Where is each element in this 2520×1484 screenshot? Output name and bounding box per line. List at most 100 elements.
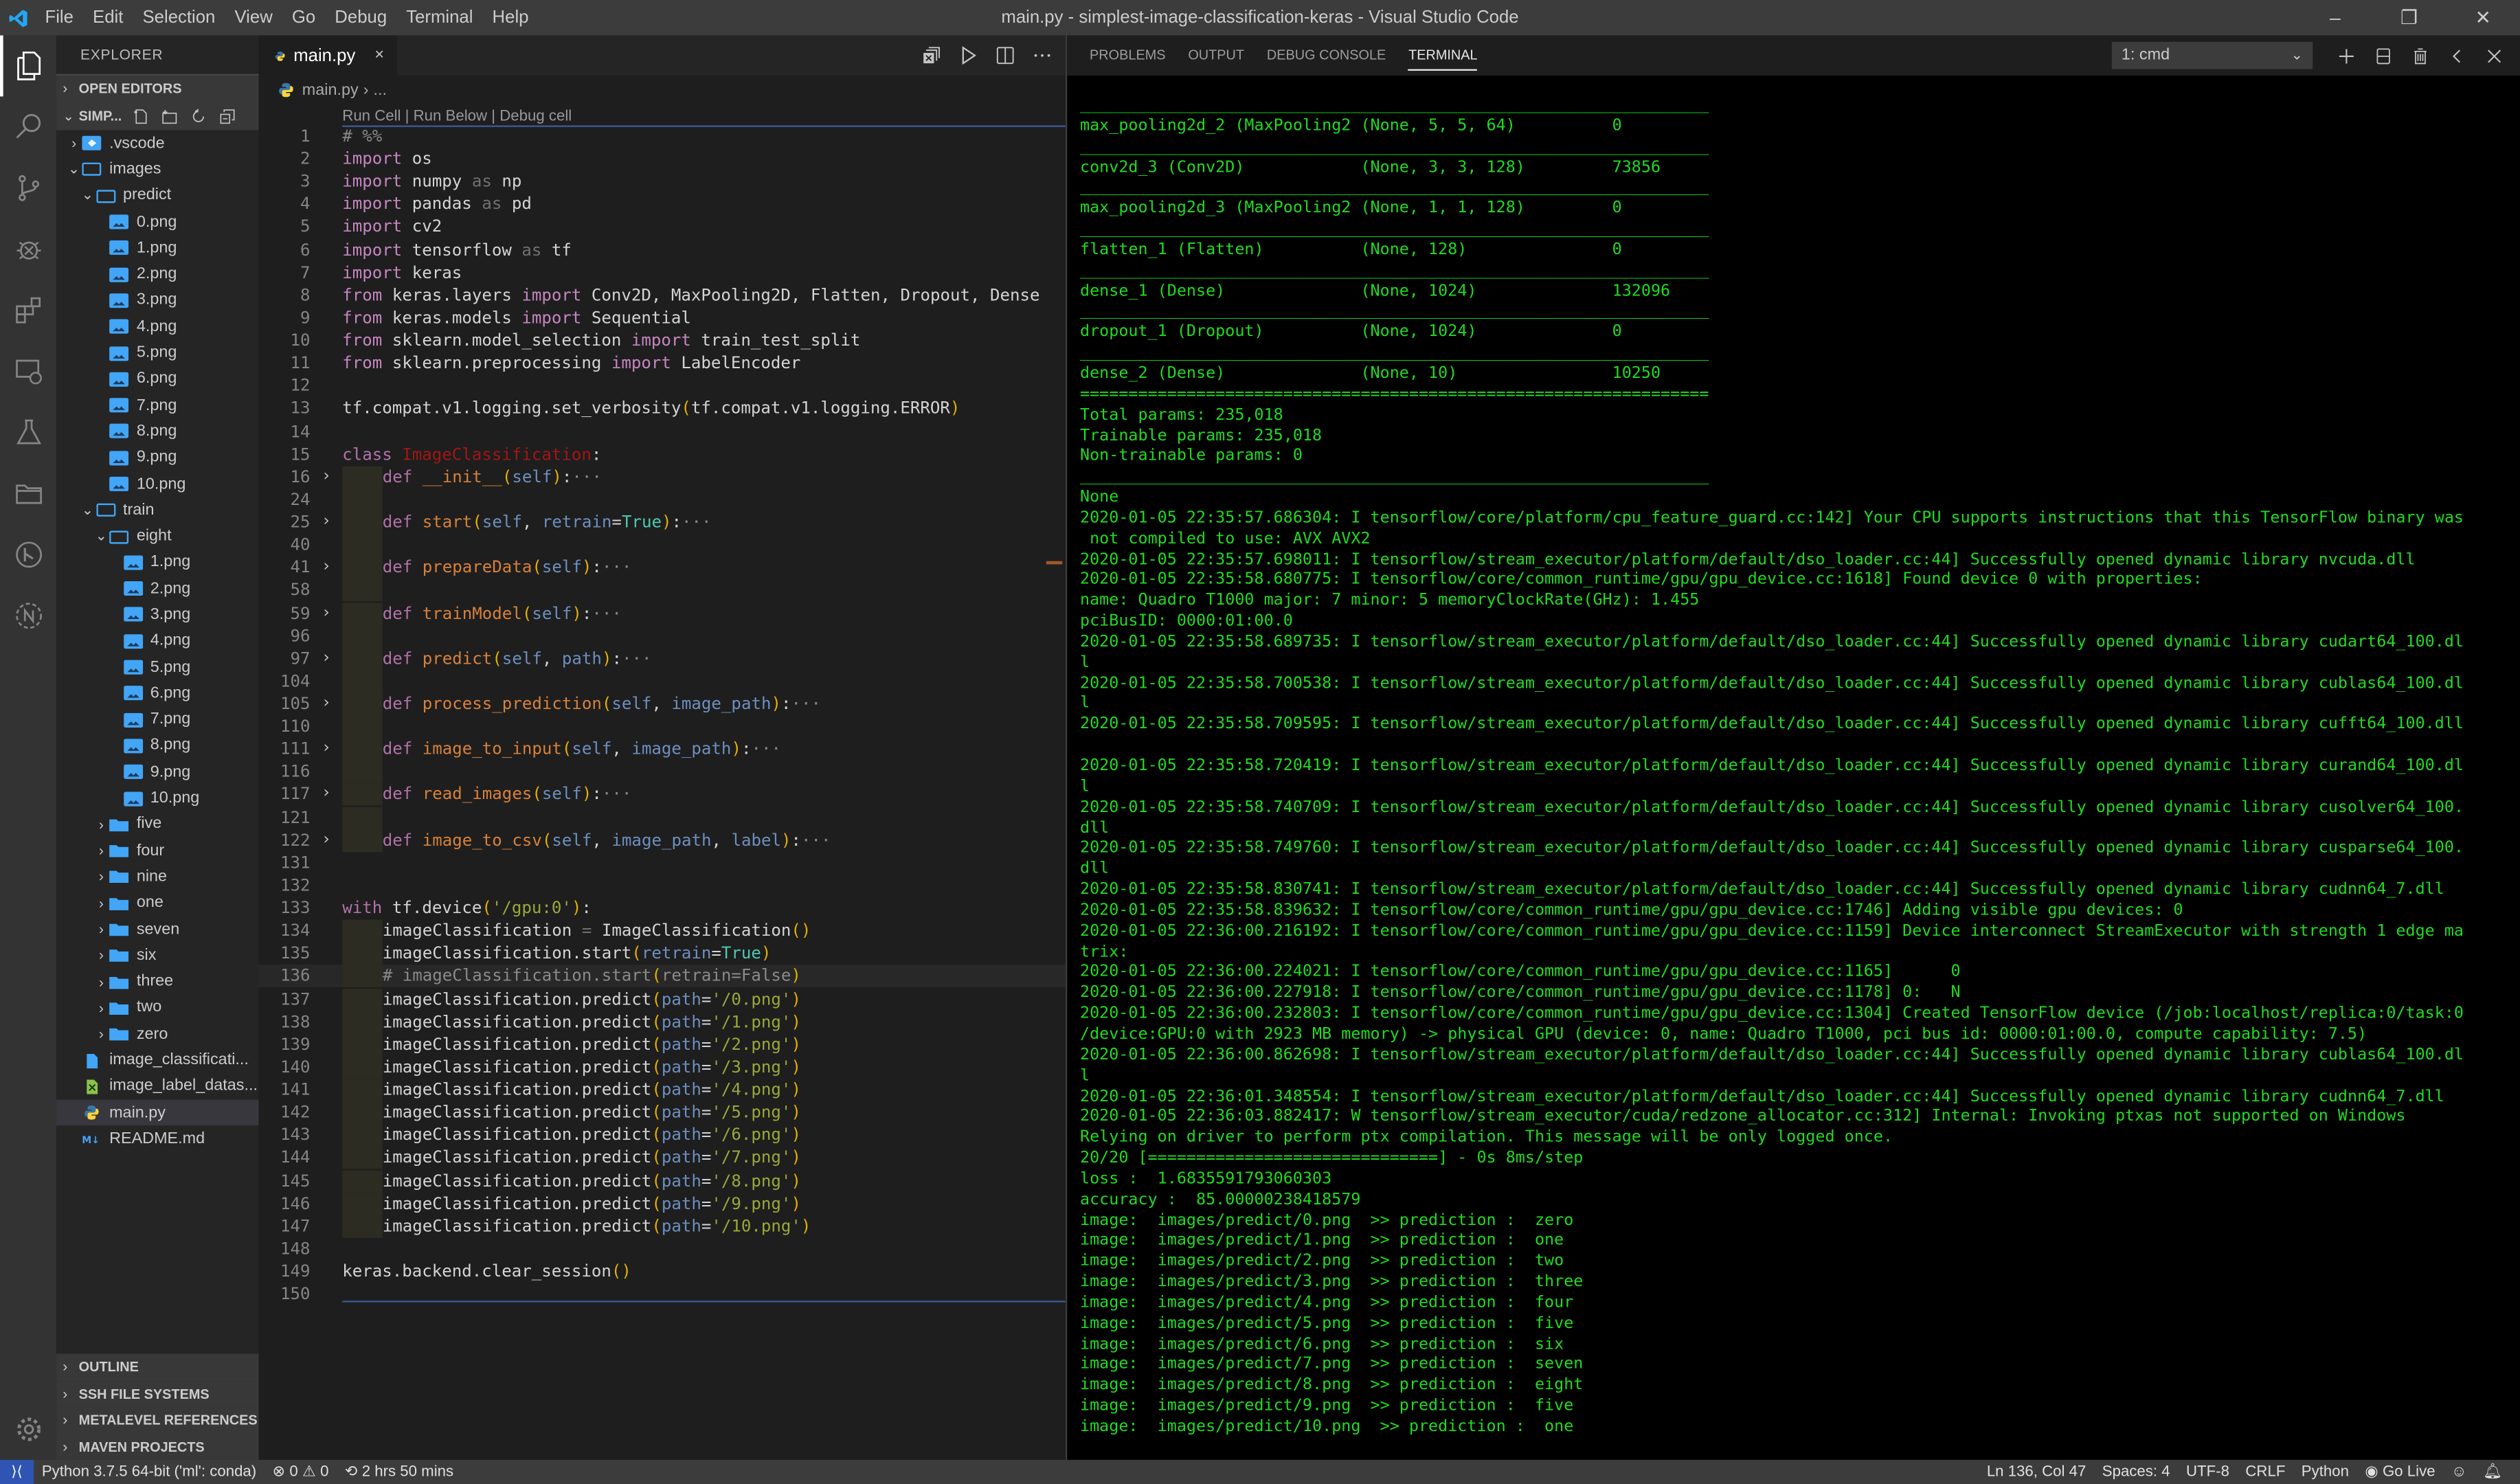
code-line[interactable]: 12	[259, 375, 1066, 398]
code-line[interactable]: 24	[259, 488, 1066, 511]
minimize-button[interactable]: –	[2298, 0, 2372, 35]
code-line[interactable]: 40	[259, 534, 1066, 557]
activity-explorer[interactable]	[0, 35, 56, 97]
more-actions-icon[interactable]	[1032, 45, 1053, 66]
code-line[interactable]: 148	[259, 1238, 1066, 1261]
new-file-icon[interactable]	[131, 107, 149, 125]
split-terminal-icon[interactable]	[2374, 46, 2393, 65]
tree-item[interactable]: 8.png	[56, 733, 259, 759]
maven-projects-section[interactable]: › MAVEN PROJECTS	[56, 1433, 259, 1460]
code-line[interactable]: 13 tf.compat.v1.logging.set_verbosity(tf.…	[259, 398, 1066, 420]
code-line[interactable]: 41 › def prepareData(self):···	[259, 556, 1066, 580]
cursor-position[interactable]: Ln 136, Col 47	[1979, 1463, 2094, 1481]
chevron-right-icon[interactable]: ›	[93, 921, 109, 937]
chevron-down-icon[interactable]: ⌄	[80, 502, 95, 519]
code-line[interactable]: 144 imageClassification.predict(path='/7.…	[259, 1147, 1066, 1170]
code-line[interactable]: 58	[259, 579, 1066, 603]
tree-item[interactable]: image_label_datas...	[56, 1074, 259, 1100]
activity-remote-explorer[interactable]	[0, 341, 56, 402]
tree-item[interactable]: › zero	[56, 1021, 259, 1047]
code-line[interactable]: 138 imageClassification.predict(path='/1.…	[259, 1011, 1066, 1033]
code-line[interactable]: 147 imageClassification.predict(path='/10…	[259, 1215, 1066, 1238]
chevron-right-icon[interactable]: ›	[93, 895, 109, 911]
code-line[interactable]: 6 import tensorflow as tf	[259, 239, 1066, 262]
tree-item[interactable]: › four	[56, 837, 259, 864]
code-line[interactable]: 132	[259, 875, 1066, 897]
fold-chevron-icon[interactable]: ›	[322, 784, 331, 807]
encoding[interactable]: UTF-8	[2178, 1463, 2237, 1481]
activity-git-graph[interactable]	[0, 524, 56, 585]
code-line[interactable]: 143 imageClassification.predict(path='/6.…	[259, 1124, 1066, 1147]
terminal-select[interactable]: 1: cmd ⌄	[2111, 41, 2313, 69]
tree-item[interactable]: 2.png	[56, 576, 259, 602]
chevron-down-icon[interactable]: ⌄	[66, 161, 82, 179]
tree-item[interactable]: 5.png	[56, 340, 259, 366]
refresh-icon[interactable]	[190, 107, 207, 125]
ssh-file-systems-section[interactable]: › SSH FILE SYSTEMS	[56, 1380, 259, 1407]
code-line[interactable]: 149 keras.backend.clear_session()	[259, 1261, 1066, 1283]
tree-item[interactable]: 4.png	[56, 628, 259, 654]
tree-item[interactable]: 7.png	[56, 707, 259, 733]
go-live-button[interactable]: ◉ Go Live	[2357, 1463, 2444, 1481]
tree-item[interactable]: › three	[56, 969, 259, 995]
fold-chevron-icon[interactable]: ›	[322, 693, 331, 716]
close-icon[interactable]	[2485, 46, 2504, 65]
code-line[interactable]: 111 › def image_to_input(self, image_path)…	[259, 738, 1066, 761]
code-line[interactable]: 1 # %%	[259, 126, 1066, 148]
project-section[interactable]: ⌄ SIMP...	[56, 101, 259, 131]
code-line[interactable]: 135 imageClassification.start(retrain=Tru…	[259, 943, 1066, 965]
code-line[interactable]: 146 imageClassification.predict(path='/9.…	[259, 1192, 1066, 1215]
chevron-right-icon[interactable]: ›	[93, 974, 109, 989]
code-line[interactable]: 122 › def image_to_csv(self, image_path, l…	[259, 829, 1066, 852]
fold-chevron-icon[interactable]: ›	[322, 556, 331, 579]
code-line[interactable]: 3 import numpy as np	[259, 171, 1066, 194]
code-line[interactable]: 140 imageClassification.predict(path='/3.…	[259, 1056, 1066, 1079]
code-line[interactable]: 11 from sklearn.preprocessing import Labe…	[259, 352, 1066, 375]
tree-item[interactable]: ⌄ train	[56, 497, 259, 523]
activity-testing[interactable]	[0, 402, 56, 463]
line-ending[interactable]: CRLF	[2238, 1463, 2293, 1481]
tree-item[interactable]: › one	[56, 890, 259, 917]
code-line[interactable]: 97 › def predict(self, path):···	[259, 647, 1066, 671]
tree-item[interactable]: 7.png	[56, 392, 259, 418]
open-editors-section[interactable]: › OPEN EDITORS	[56, 74, 259, 102]
terminal-output[interactable]: ________________________________________…	[1080, 96, 2512, 1439]
outline-section[interactable]: › OUTLINE	[56, 1353, 259, 1381]
tree-item[interactable]: 10.png	[56, 785, 259, 811]
code-line[interactable]: 134 imageClassification = ImageClassifica…	[259, 920, 1066, 943]
chevron-right-icon[interactable]: ›	[66, 135, 82, 151]
tree-item[interactable]: 8.png	[56, 418, 259, 445]
tree-item[interactable]: › nine	[56, 864, 259, 890]
run-file-icon[interactable]	[958, 45, 978, 66]
breadcrumb-file[interactable]: main.py	[302, 81, 359, 99]
tree-item[interactable]: 1.png	[56, 235, 259, 261]
fold-chevron-icon[interactable]: ›	[322, 602, 331, 625]
restore-button[interactable]: ❐	[2372, 0, 2446, 35]
tree-item[interactable]: M↓ README.md	[56, 1126, 259, 1152]
menu-selection[interactable]: Selection	[133, 0, 225, 35]
activity-notebook[interactable]	[0, 585, 56, 647]
code-line[interactable]: 116	[259, 761, 1066, 784]
tree-item[interactable]: › two	[56, 995, 259, 1021]
tree-item[interactable]: › six	[56, 943, 259, 969]
activity-source-control[interactable]	[0, 157, 56, 218]
code-line[interactable]: 137 imageClassification.predict(path='/0.…	[259, 988, 1066, 1011]
menu-edit[interactable]: Edit	[83, 0, 133, 35]
tree-item[interactable]: ⌄ predict	[56, 183, 259, 209]
code-line[interactable]: 141 imageClassification.predict(path='/4.…	[259, 1079, 1066, 1102]
time-tracker[interactable]: ⟲ 2 hrs 50 mins	[337, 1463, 462, 1481]
language-mode[interactable]: Python	[2293, 1463, 2357, 1481]
tab-main-py[interactable]: main.py ×	[258, 35, 397, 76]
plus-icon[interactable]	[2337, 46, 2356, 65]
tab-output[interactable]: OUTPUT	[1177, 35, 1256, 76]
code-line[interactable]: 110	[259, 715, 1066, 739]
code-line[interactable]: 59 › def trainModel(self):···	[259, 602, 1066, 625]
code-line[interactable]: 104	[259, 670, 1066, 693]
tab-problems[interactable]: PROBLEMS	[1079, 35, 1177, 76]
chevron-down-icon[interactable]: ⌄	[80, 187, 95, 205]
codelens-cell-actions[interactable]: Run Cell | Run Below | Debug cell	[342, 108, 572, 126]
code-line[interactable]: 131	[259, 852, 1066, 875]
trash-icon[interactable]	[2411, 46, 2430, 65]
fold-chevron-icon[interactable]: ›	[322, 466, 331, 488]
code-line[interactable]: 25 › def start(self, retrain=True):···	[259, 511, 1066, 535]
